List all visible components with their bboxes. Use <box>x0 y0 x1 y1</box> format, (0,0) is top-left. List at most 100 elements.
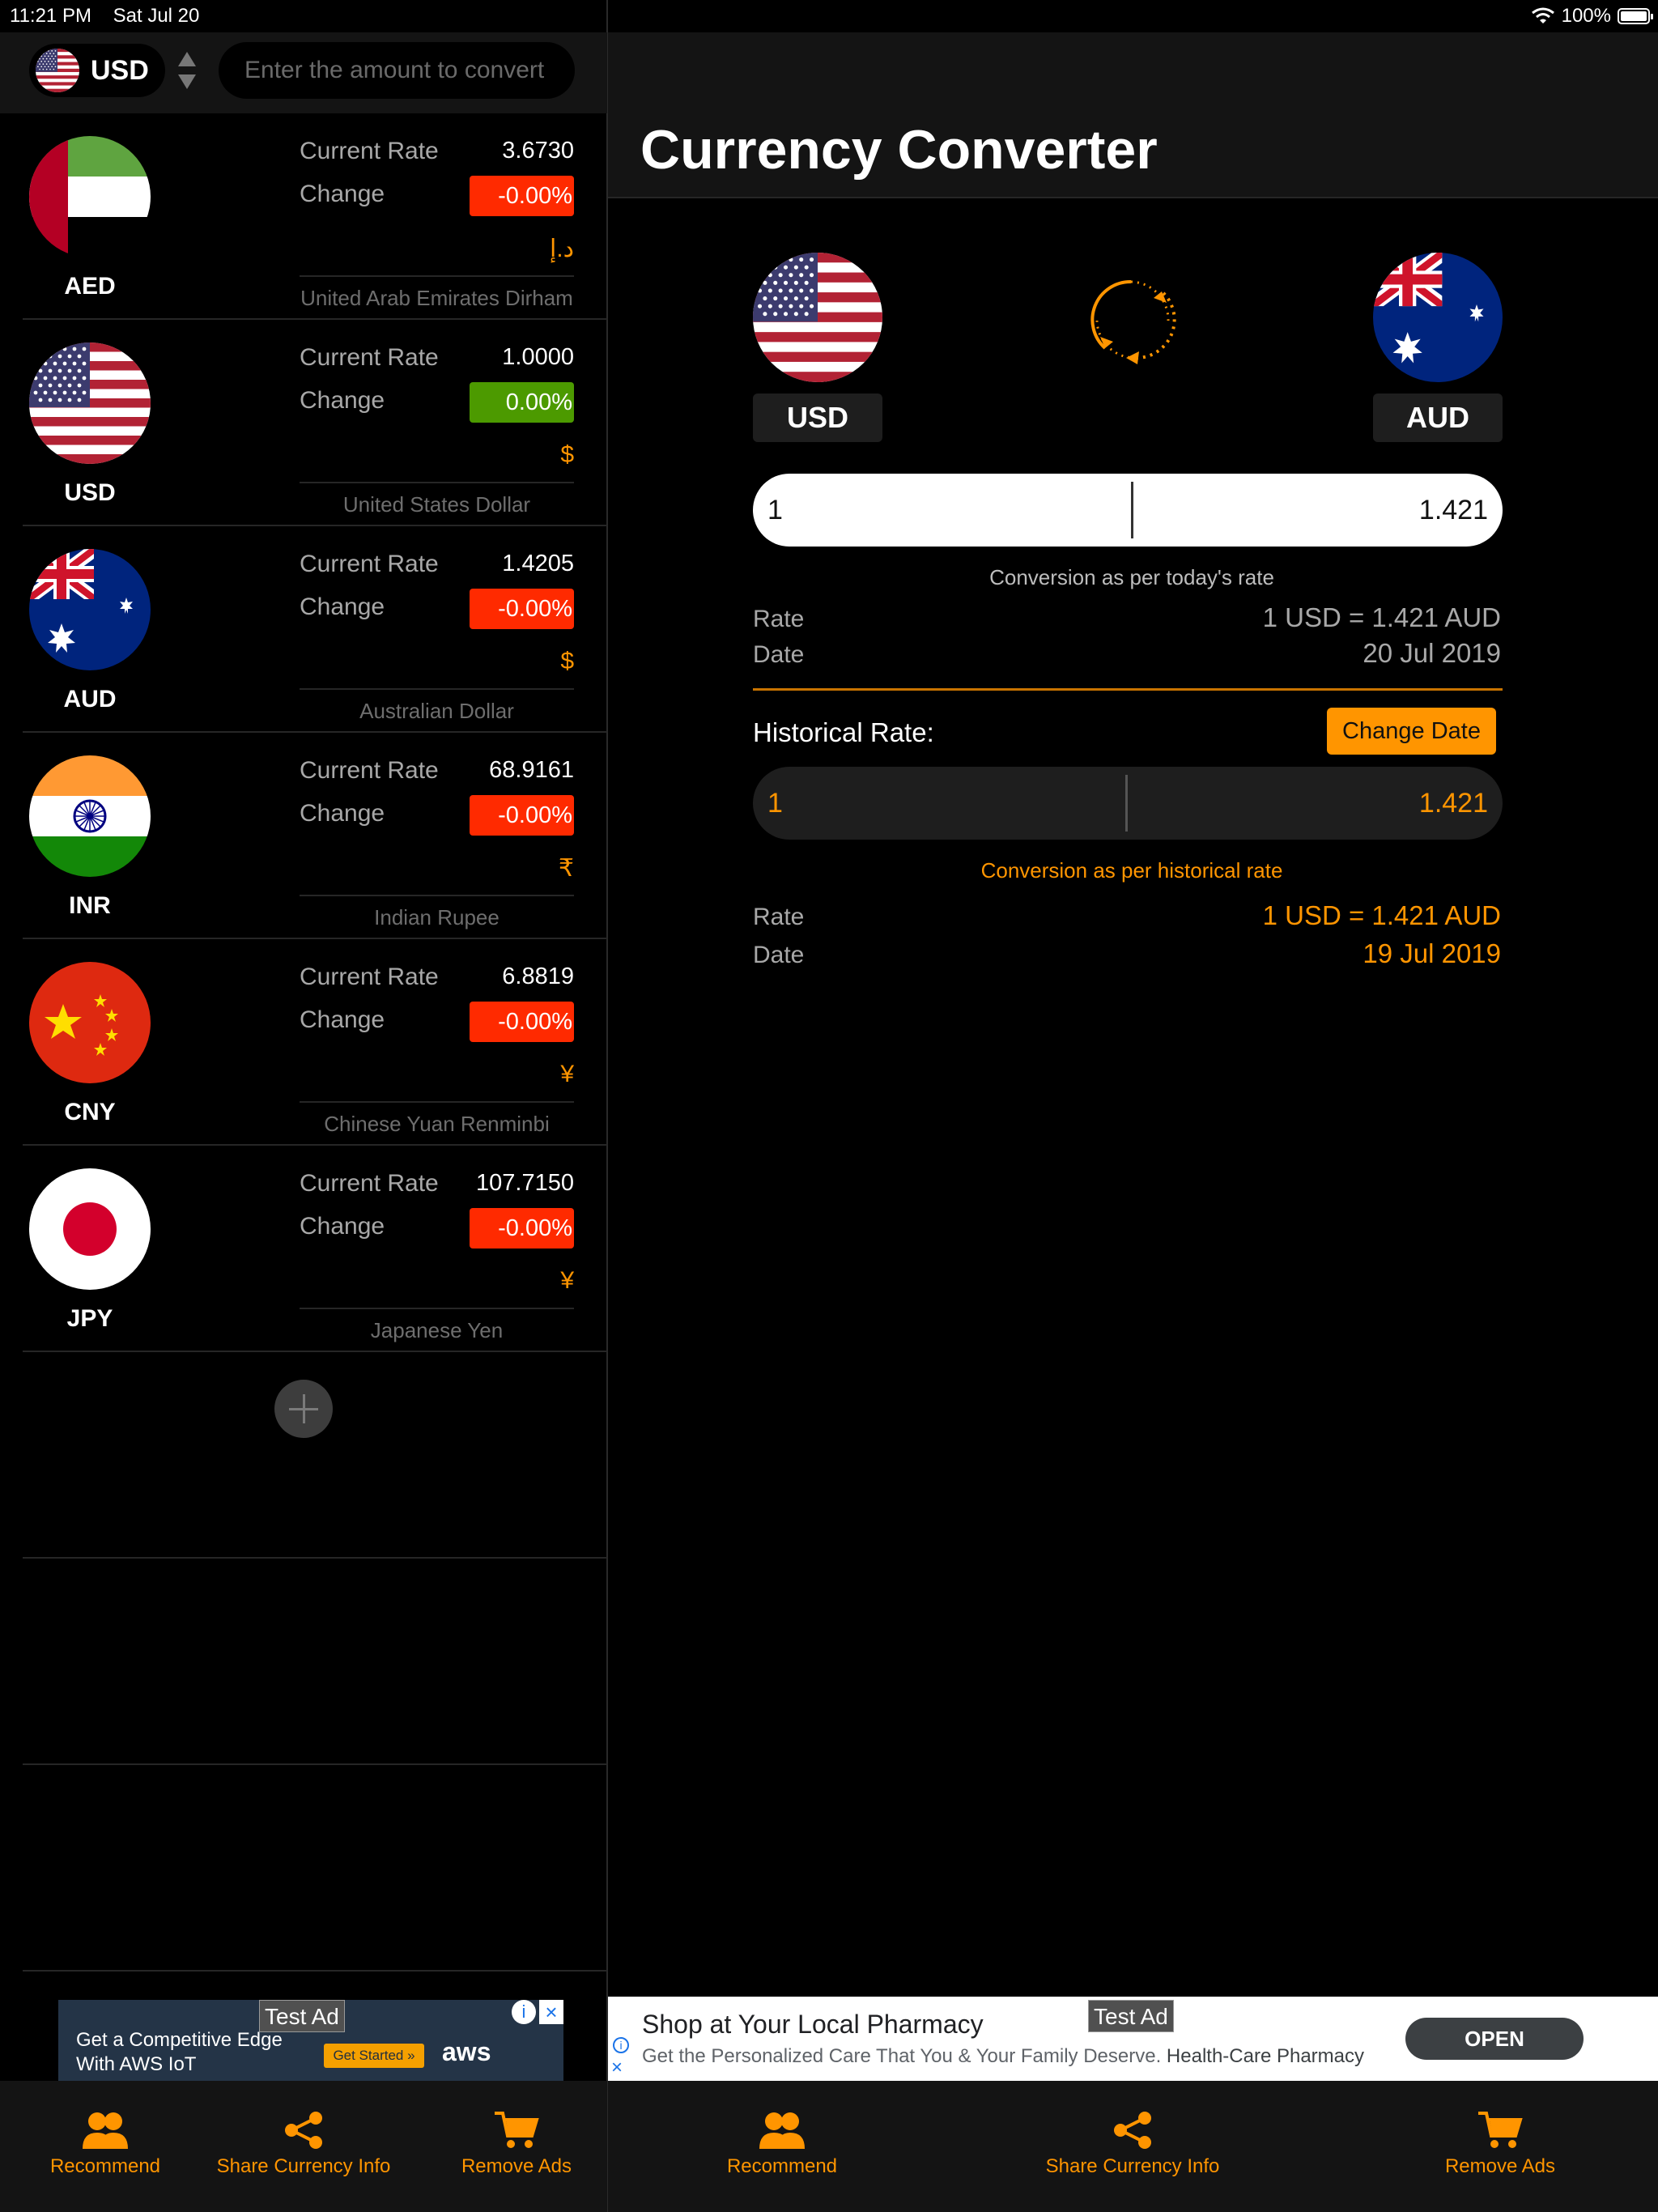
battery-icon <box>1618 8 1653 24</box>
ad-close-icon[interactable]: × <box>539 2000 563 2024</box>
to-currency-flag[interactable] <box>1373 253 1503 382</box>
currency-row-jpy[interactable]: JPY Current Rate 107.7150 Change -0.00% … <box>0 1146 607 1352</box>
row-divider <box>23 1351 607 1352</box>
currency-row-aed[interactable]: AED Current Rate 3.6730 Change -0.00% د.… <box>0 113 607 320</box>
current-rate-value: 1.0000 <box>502 344 574 370</box>
today-conversion-field[interactable]: 1 1.421 <box>753 474 1503 547</box>
current-rate-label: Current Rate <box>300 757 439 784</box>
swap-currencies-icon[interactable] <box>1081 267 1186 372</box>
from-currency-code[interactable]: USD <box>753 393 882 442</box>
amount-input[interactable] <box>219 42 575 99</box>
currency-row-aud[interactable]: AUD Current Rate 1.4205 Change -0.00% $ … <box>0 526 607 733</box>
australia-flag-icon <box>1373 253 1503 382</box>
ad-open-button[interactable]: OPEN <box>1405 2018 1584 2060</box>
ad-cta-button[interactable]: Get Started » <box>324 2044 424 2068</box>
field-divider <box>1125 775 1128 832</box>
currency-code: USD <box>64 479 116 506</box>
test-ad-badge: Test Ad <box>1088 2000 1174 2032</box>
recommend-label: Recommend <box>726 2155 838 2177</box>
page-title: Currency Converter <box>640 119 1158 181</box>
currency-symbol: ¥ <box>560 1267 574 1294</box>
base-currency-bar: USD <box>0 32 607 113</box>
recommend-tab[interactable]: Recommend <box>709 2081 855 2212</box>
current-rate-value: 1.4205 <box>502 551 574 576</box>
add-currency-button[interactable] <box>274 1380 333 1438</box>
historical-note: Conversion as per historical rate <box>980 858 1283 883</box>
currency-name: United States Dollar <box>342 492 531 517</box>
divider <box>300 275 574 277</box>
people-icon <box>83 2112 128 2149</box>
ad-title: Shop at Your Local Pharmacy <box>642 2010 984 2039</box>
china-flag-icon <box>29 962 151 1083</box>
ad-info-icon[interactable]: i <box>613 2037 629 2053</box>
current-rate-label: Current Rate <box>300 963 439 990</box>
change-badge: -0.00% <box>470 1002 574 1042</box>
remove-ads-tab[interactable]: Remove Ads <box>1427 2081 1573 2212</box>
cart-icon <box>495 2112 539 2148</box>
today-date-value: 20 Jul 2019 <box>1363 638 1501 668</box>
uae-flag-icon <box>29 136 151 257</box>
currency-symbol: ₹ <box>558 855 574 882</box>
current-rate-value: 3.6730 <box>502 138 574 164</box>
today-date-label: Date <box>753 641 805 668</box>
currency-code: AUD <box>63 686 117 713</box>
india-flag-icon <box>29 755 151 877</box>
historical-amount[interactable]: 1 <box>767 767 783 840</box>
recommend-tab[interactable]: Recommend <box>32 2081 178 2212</box>
plus-icon-stroke <box>303 1394 305 1423</box>
current-rate-value: 68.9161 <box>489 757 574 783</box>
change-label: Change <box>300 593 385 620</box>
change-label: Change <box>300 181 385 207</box>
currency-symbol: ¥ <box>560 1061 574 1087</box>
recommend-label: Recommend <box>49 2155 161 2177</box>
historical-result: 1.421 <box>1418 788 1488 819</box>
share-icon <box>1114 2112 1151 2149</box>
us-flag-icon <box>29 342 151 464</box>
divider <box>300 482 574 483</box>
currency-code: AED <box>64 273 116 300</box>
currency-name: Australian Dollar <box>359 699 514 723</box>
sort-arrows-icon[interactable] <box>175 50 199 91</box>
current-rate-label: Current Rate <box>300 344 439 371</box>
base-currency-selector[interactable]: USD <box>29 44 165 97</box>
today-amount[interactable]: 1 <box>767 474 783 547</box>
divider <box>300 895 574 896</box>
currency-code: CNY <box>64 1099 116 1125</box>
ad-info-icon[interactable]: i <box>512 2000 536 2024</box>
ad-brand: aws <box>442 2037 491 2066</box>
currency-row-usd[interactable]: USD Current Rate 1.0000 Change 0.00% $ U… <box>0 320 607 526</box>
ad-description: Get the Personalized Care That You & You… <box>642 2045 1364 2068</box>
historical-rate-label-text: Rate <box>753 904 805 930</box>
us-flag-icon <box>753 253 882 382</box>
divider <box>300 1308 574 1309</box>
today-result: 1.421 <box>1418 495 1488 525</box>
test-ad-badge: Test Ad <box>259 2000 345 2032</box>
share-icon <box>285 2112 322 2149</box>
historical-rate-label: Historical Rate: <box>753 717 934 747</box>
currency-row-inr[interactable]: INR Current Rate 68.9161 Change -0.00% ₹… <box>0 733 607 939</box>
row-divider <box>23 1970 607 1972</box>
from-currency-flag[interactable] <box>753 253 882 382</box>
ad-advertiser: Health-Care Pharmacy <box>1166 2045 1365 2067</box>
share-label: Share Currency Info <box>216 2155 391 2177</box>
currency-list: AED Current Rate 3.6730 Change -0.00% د.… <box>0 113 607 1352</box>
historical-date-label: Date <box>753 942 805 968</box>
change-date-button[interactable]: Change Date <box>1327 708 1496 755</box>
historical-conversion-field[interactable]: 1 1.421 <box>753 767 1503 840</box>
currency-name: Japanese Yen <box>370 1318 504 1342</box>
people-icon <box>759 2112 805 2149</box>
currency-row-cny[interactable]: CNY Current Rate 6.8819 Change -0.00% ¥ … <box>0 939 607 1146</box>
today-rate-value: 1 USD = 1.421 AUD <box>1262 602 1501 632</box>
remove-ads-tab[interactable]: Remove Ads <box>444 2081 589 2212</box>
to-currency-code[interactable]: AUD <box>1373 393 1503 442</box>
share-tab[interactable]: Share Currency Info <box>202 2081 405 2212</box>
share-tab[interactable]: Share Currency Info <box>1031 2081 1234 2212</box>
ad-close-icon[interactable]: × <box>611 2057 623 2079</box>
change-badge: -0.00% <box>470 1208 574 1249</box>
row-divider <box>23 1557 607 1559</box>
currency-code: JPY <box>66 1305 113 1332</box>
currency-symbol: د.إ <box>549 236 574 262</box>
current-rate-value: 6.8819 <box>502 963 574 989</box>
us-flag-icon <box>36 49 79 92</box>
section-divider <box>753 688 1503 691</box>
